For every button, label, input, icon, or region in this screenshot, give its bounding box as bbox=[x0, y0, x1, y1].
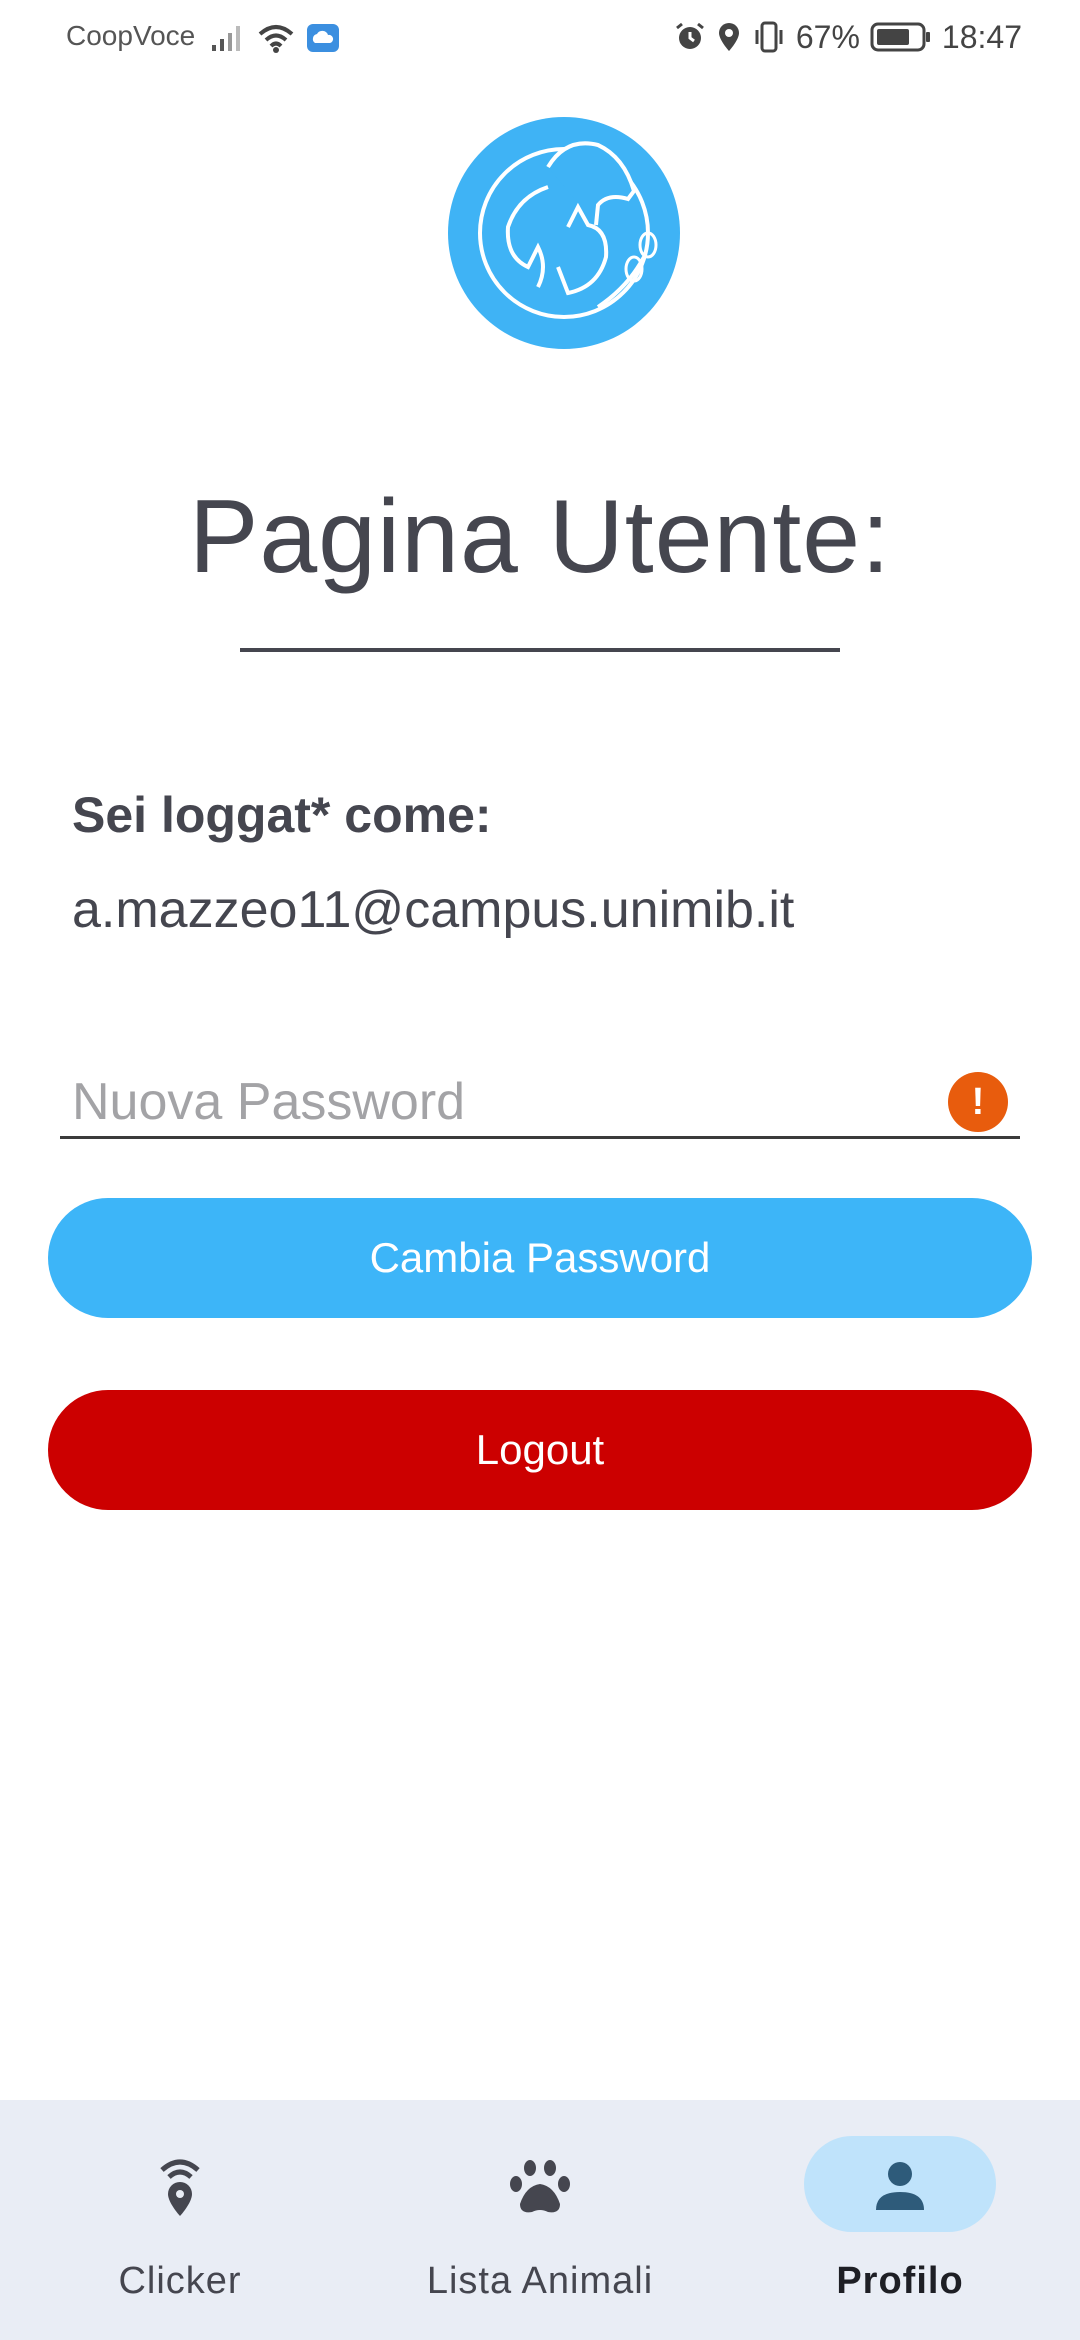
person-icon bbox=[876, 2162, 924, 2210]
alarm-icon bbox=[675, 22, 704, 49]
logout-button[interactable]: Logout bbox=[48, 1390, 1032, 1510]
location-icon bbox=[718, 23, 739, 51]
nav-label-lista-animali: Lista Animali bbox=[426, 2260, 654, 2302]
bottom-navigation: Clicker Lista Animali Profilo bbox=[0, 2100, 1080, 2340]
carrier-name: CoopVoce bbox=[66, 20, 196, 51]
new-password-field[interactable]: Nuova Password ! bbox=[60, 1060, 1020, 1139]
change-password-button[interactable]: Cambia Password bbox=[48, 1198, 1032, 1318]
nav-item-profilo[interactable]: Profilo bbox=[720, 2100, 1080, 2340]
nav-label-clicker: Clicker bbox=[118, 2260, 242, 2302]
change-password-label: Cambia Password bbox=[369, 1234, 711, 1281]
cloud-icon bbox=[307, 24, 339, 52]
title-divider bbox=[240, 648, 840, 652]
paw-icon bbox=[510, 2160, 570, 2213]
logged-in-label: Sei loggat* come: bbox=[72, 787, 492, 843]
nav-item-clicker[interactable]: Clicker bbox=[0, 2100, 360, 2340]
wifi-icon bbox=[258, 25, 294, 53]
nav-item-lista-animali[interactable]: Lista Animali bbox=[360, 2100, 720, 2340]
battery-percent: 67% bbox=[795, 18, 860, 55]
new-password-placeholder: Nuova Password bbox=[72, 1073, 466, 1131]
nav-label-profilo: Profilo bbox=[836, 2260, 964, 2302]
error-icon: ! bbox=[948, 1072, 1008, 1132]
wireless-location-icon bbox=[160, 2159, 200, 2216]
signal-icon bbox=[212, 26, 240, 51]
animals-logo-icon bbox=[478, 141, 658, 319]
app-logo bbox=[448, 117, 680, 349]
battery-icon bbox=[870, 22, 930, 52]
page-title: Pagina Utente: bbox=[188, 479, 892, 595]
status-left-icons bbox=[210, 18, 340, 58]
user-email: a.mazzeo11@campus.unimib.it bbox=[72, 881, 795, 939]
vibrate-icon bbox=[755, 21, 783, 53]
status-right: 67% 18:47 bbox=[674, 16, 1022, 58]
status-bar: CoopVoce 67% 18:47 bbox=[0, 0, 1080, 76]
clock: 18:47 bbox=[941, 18, 1022, 55]
logout-label: Logout bbox=[475, 1426, 605, 1473]
